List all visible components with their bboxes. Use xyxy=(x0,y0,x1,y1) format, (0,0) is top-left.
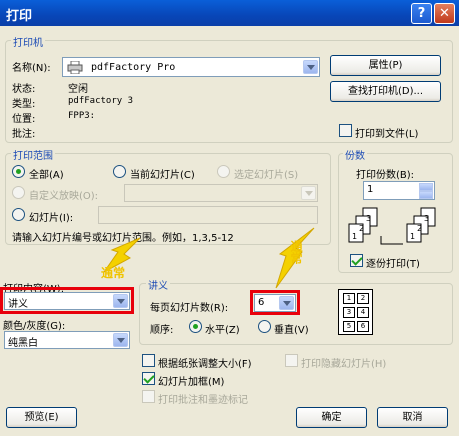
chevron-down-icon[interactable] xyxy=(279,296,294,310)
print-what-value: 讲义 xyxy=(8,299,28,310)
print-dialog: 打印 ? ✕ 打印机 名称(N): pdfFactory Pro 属性(P) 查… xyxy=(0,0,459,436)
printer-group-title: 打印机 xyxy=(11,34,45,49)
range-custom-show-radio[interactable] xyxy=(12,186,25,199)
range-all-label[interactable]: 全部(A) xyxy=(29,166,64,181)
help-icon: ? xyxy=(417,6,426,21)
range-all-radio[interactable] xyxy=(12,165,25,178)
spinner-down-icon[interactable] xyxy=(419,191,433,199)
scale-to-fit-label[interactable]: 根据纸张调整大小(F) xyxy=(158,355,252,370)
collate-label[interactable]: 逐份打印(T) xyxy=(366,255,420,270)
ok-button[interactable]: 确定 xyxy=(296,407,367,428)
close-button[interactable]: ✕ xyxy=(434,3,455,24)
collate-page-3b: 3 xyxy=(424,214,430,223)
print-comments-checkbox[interactable] xyxy=(142,390,155,403)
handout-layout-preview: 1 2 3 4 5 6 xyxy=(338,289,373,335)
properties-button[interactable]: 属性(P) xyxy=(330,55,441,76)
type-value: pdfFactory 3 xyxy=(68,96,134,106)
scale-to-fit-checkbox[interactable] xyxy=(142,354,155,367)
chevron-down-icon[interactable] xyxy=(113,333,128,347)
order-label: 顺序: xyxy=(150,325,174,336)
range-current-slide-label[interactable]: 当前幻灯片(C) xyxy=(130,166,195,181)
frame-slides-label[interactable]: 幻灯片加框(M) xyxy=(158,373,224,388)
preview-cell: 4 xyxy=(357,307,369,318)
printer-name-select[interactable]: pdfFactory Pro xyxy=(62,57,320,77)
copies-group-title: 份数 xyxy=(343,147,367,162)
title-bar[interactable]: 打印 ? ✕ xyxy=(0,0,459,26)
printer-name-value: pdfFactory Pro xyxy=(91,62,176,73)
preview-cell: 3 xyxy=(343,307,355,318)
range-slides-label[interactable]: 幻灯片(I): xyxy=(29,209,73,224)
frame-slides-checkbox[interactable] xyxy=(142,372,155,385)
preview-button[interactable]: 预览(E) xyxy=(6,407,77,428)
spinner-up-icon[interactable] xyxy=(419,183,433,191)
location-value: FPP3: xyxy=(68,111,96,121)
help-button[interactable]: ? xyxy=(411,3,432,24)
order-vertical-label[interactable]: 垂直(V) xyxy=(274,321,309,336)
preview-cell: 2 xyxy=(357,293,369,304)
per-page-label: 每页幻灯片数(R): xyxy=(150,303,229,314)
print-what-annotation: 通常 xyxy=(101,266,126,280)
color-value: 纯黑白 xyxy=(8,338,38,349)
printer-name-label: 名称(N): xyxy=(12,63,51,74)
print-hidden-label[interactable]: 打印隐藏幻灯片(H) xyxy=(301,355,386,370)
print-hidden-checkbox[interactable] xyxy=(285,354,298,367)
per-page-annotation: 通常 xyxy=(289,240,303,264)
order-horizontal-label[interactable]: 水平(Z) xyxy=(205,321,240,336)
slides-input[interactable] xyxy=(98,206,318,224)
color-label: 颜色/灰度(G): xyxy=(3,321,66,332)
range-custom-show-label[interactable]: 自定义放映(O): xyxy=(29,187,98,202)
printer-icon xyxy=(67,61,83,74)
custom-show-select[interactable] xyxy=(124,184,318,202)
print-range-group-title: 打印范围 xyxy=(11,147,55,162)
cancel-button[interactable]: 取消 xyxy=(377,407,448,428)
range-current-slide-radio[interactable] xyxy=(113,165,126,178)
location-label: 位置: xyxy=(12,114,36,125)
collate-page-1b: 1 xyxy=(410,232,416,241)
print-to-file-label[interactable]: 打印到文件(L) xyxy=(355,125,418,140)
chevron-down-icon[interactable] xyxy=(303,60,318,74)
order-horizontal-radio[interactable] xyxy=(189,320,202,333)
range-selection-radio[interactable] xyxy=(217,165,230,178)
chevron-down-icon[interactable] xyxy=(113,294,128,308)
type-label: 类型: xyxy=(12,99,36,110)
preview-cell: 6 xyxy=(357,321,369,332)
collate-page-3: 3 xyxy=(366,214,372,223)
per-page-select[interactable]: 6 xyxy=(254,294,296,312)
preview-cell: 1 xyxy=(343,293,355,304)
print-to-file-checkbox[interactable] xyxy=(339,124,352,137)
color-select[interactable]: 纯黑白 xyxy=(4,331,130,349)
per-page-value: 6 xyxy=(258,297,265,308)
status-label: 状态: xyxy=(12,84,36,95)
copies-number-value: 1 xyxy=(367,184,374,195)
order-vertical-radio[interactable] xyxy=(258,320,271,333)
preview-cell: 5 xyxy=(343,321,355,332)
window-title: 打印 xyxy=(6,9,33,24)
find-printer-button[interactable]: 查找打印机(D)... xyxy=(330,81,441,102)
handouts-group-title: 讲义 xyxy=(146,277,170,292)
print-comments-label[interactable]: 打印批注和墨迹标记 xyxy=(158,391,248,406)
copies-number-spinner[interactable]: 1 xyxy=(363,181,435,200)
collate-page-2: 2 xyxy=(359,224,365,233)
collate-page-1: 1 xyxy=(352,232,358,241)
range-selection-label[interactable]: 选定幻灯片(S) xyxy=(234,166,298,181)
range-slides-radio[interactable] xyxy=(12,208,25,221)
copies-number-label: 打印份数(B): xyxy=(356,170,415,181)
chevron-down-icon[interactable] xyxy=(301,186,316,200)
comment-label: 批注: xyxy=(12,129,36,140)
print-what-select[interactable]: 讲义 xyxy=(4,292,130,310)
collate-checkbox[interactable] xyxy=(350,254,363,267)
collate-page-2b: 2 xyxy=(417,224,423,233)
status-value: 空闲 xyxy=(68,84,88,95)
close-icon: ✕ xyxy=(439,6,450,21)
